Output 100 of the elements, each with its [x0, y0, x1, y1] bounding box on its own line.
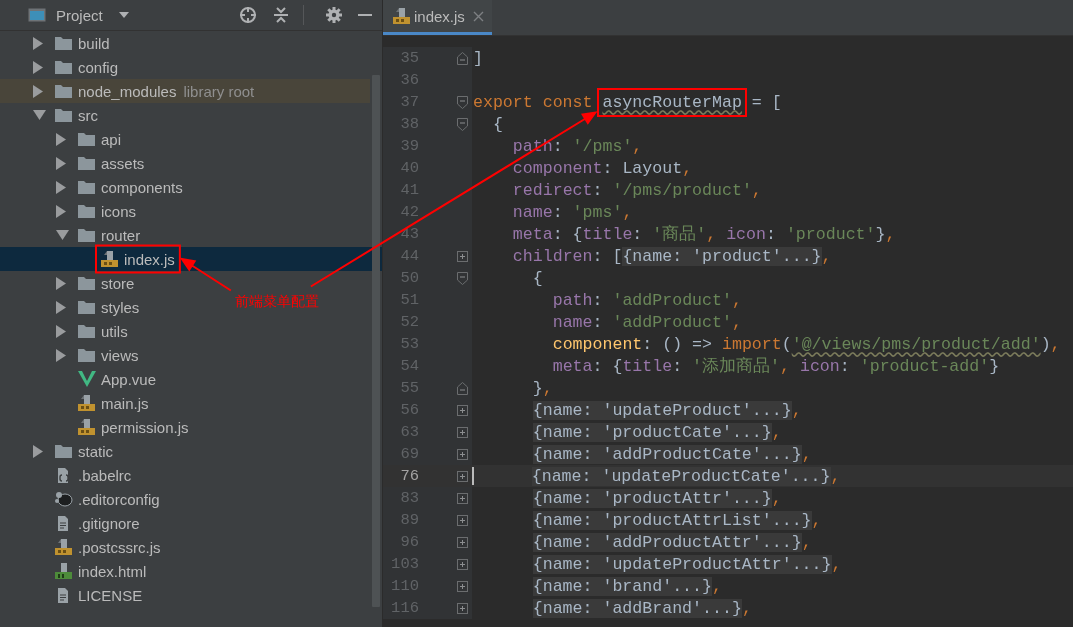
- code-line: },: [531, 378, 553, 398]
- tree-item[interactable]: store: [101, 274, 135, 292]
- collapsed-arrow-icon[interactable]: [33, 84, 43, 98]
- fold-icon[interactable]: [457, 51, 468, 65]
- code-line: name: 'pms',: [511, 202, 633, 222]
- tree-item[interactable]: icons: [101, 202, 137, 220]
- folder-icon: [78, 300, 95, 314]
- code-line: component: Layout,: [511, 158, 693, 178]
- tree-item[interactable]: App.vue: [101, 370, 157, 388]
- dropdown-caret-icon[interactable]: [118, 12, 129, 18]
- code-line: redirect: '/pms/product',: [511, 180, 762, 200]
- expand-icon[interactable]: [457, 558, 468, 570]
- tree-item[interactable]: LICENSE: [78, 586, 143, 604]
- js-file-icon: [101, 250, 118, 268]
- scrollbar[interactable]: [372, 75, 380, 607]
- js-file-icon: [393, 7, 410, 25]
- tree-item[interactable]: components: [101, 178, 183, 196]
- collapsed-arrow-icon[interactable]: [56, 156, 66, 170]
- line-number: 76: [399, 467, 419, 485]
- tree-item[interactable]: api: [101, 130, 122, 148]
- tree-item[interactable]: views: [101, 346, 139, 364]
- tree-item[interactable]: .postcssrc.js: [78, 538, 161, 556]
- fold-icon[interactable]: [457, 271, 468, 285]
- tree-item[interactable]: static: [78, 442, 113, 460]
- minimize-icon[interactable]: [358, 13, 372, 17]
- expand-icon[interactable]: [457, 250, 468, 262]
- js-file-icon: [78, 394, 95, 412]
- expanded-arrow-icon[interactable]: [56, 230, 69, 240]
- library-note: library root: [183, 82, 255, 100]
- folder-icon: [78, 276, 95, 290]
- collapsed-arrow-icon[interactable]: [56, 132, 66, 146]
- folder-icon: [55, 108, 72, 122]
- collapsed-arrow-icon[interactable]: [56, 204, 66, 218]
- folder-icon: [55, 60, 72, 74]
- expand-icon[interactable]: [457, 448, 468, 460]
- folder-icon: [78, 204, 95, 218]
- fold-icon[interactable]: [457, 381, 468, 395]
- collapsed-arrow-icon[interactable]: [33, 444, 43, 458]
- fold-icon[interactable]: [457, 117, 468, 131]
- collapsed-arrow-icon[interactable]: [56, 180, 66, 194]
- html-file-icon: [55, 562, 72, 580]
- folder-icon: [78, 132, 95, 146]
- folder-icon: [78, 348, 95, 362]
- folder-icon: [78, 324, 95, 338]
- tree-item[interactable]: styles: [101, 298, 140, 316]
- annotation-label: 前端菜单配置: [234, 292, 319, 311]
- tree-item[interactable]: .gitignore: [78, 514, 140, 532]
- fold-icon[interactable]: [457, 95, 468, 109]
- collapsed-arrow-icon[interactable]: [56, 324, 66, 338]
- code-line: export const: [473, 92, 594, 112]
- tree-item[interactable]: src: [78, 106, 98, 124]
- collapsed-arrow-icon[interactable]: [33, 60, 43, 74]
- expand-icon[interactable]: [457, 404, 468, 416]
- crosshair-icon[interactable]: [239, 6, 257, 24]
- vue-logo-icon: [78, 371, 96, 387]
- code-token: asyncRouterMap: [602, 92, 742, 112]
- folder-icon: [78, 180, 95, 194]
- code-line: meta: {title: '商品', icon: 'product'},: [511, 224, 896, 245]
- code-line: path: 'addProduct',: [551, 290, 742, 310]
- tree-item[interactable]: .editorconfig: [78, 490, 160, 508]
- code-line: = [: [750, 92, 782, 112]
- expand-icon[interactable]: [457, 536, 468, 548]
- folder-icon: [55, 36, 72, 50]
- folder-icon: [55, 84, 72, 98]
- tree-item[interactable]: index.js: [124, 250, 175, 268]
- folder-icon: [78, 228, 95, 242]
- tree-item[interactable]: .babelrc: [78, 466, 132, 484]
- tree-item[interactable]: config: [78, 58, 119, 76]
- panel-title[interactable]: Project: [56, 6, 103, 24]
- collapse-all-icon[interactable]: [273, 7, 289, 23]
- tree-item[interactable]: node_modules: [78, 82, 177, 100]
- collapsed-arrow-icon[interactable]: [56, 276, 66, 290]
- tree-item[interactable]: permission.js: [101, 418, 189, 436]
- expand-icon[interactable]: [457, 514, 468, 526]
- tree-item[interactable]: router: [101, 226, 141, 244]
- collapsed-arrow-icon[interactable]: [33, 36, 43, 50]
- tree-item[interactable]: index.html: [78, 562, 147, 580]
- code-line: ]: [473, 48, 483, 68]
- tree-item[interactable]: build: [78, 34, 110, 52]
- collapsed-arrow-icon[interactable]: [56, 300, 66, 314]
- folder-icon: [78, 156, 95, 170]
- expanded-arrow-icon[interactable]: [33, 110, 46, 120]
- expand-icon[interactable]: [457, 602, 468, 614]
- expand-icon[interactable]: [457, 492, 468, 504]
- js-file-icon: [55, 538, 72, 556]
- tree-item[interactable]: assets: [101, 154, 145, 172]
- expand-icon[interactable]: [457, 426, 468, 438]
- close-icon[interactable]: [472, 10, 484, 22]
- code-line: {: [491, 114, 503, 134]
- expand-icon[interactable]: [457, 580, 468, 592]
- folder-icon: [55, 444, 72, 458]
- collapsed-arrow-icon[interactable]: [56, 348, 66, 362]
- tree-item[interactable]: main.js: [101, 394, 149, 412]
- mouse-icon: [55, 491, 73, 507]
- settings-icon[interactable]: [326, 7, 342, 23]
- text-caret: [472, 467, 474, 485]
- file-tab[interactable]: index.js: [383, 0, 492, 35]
- code-line: meta: {title: '添加商品', icon: 'product-add'}: [551, 356, 1000, 377]
- tree-item[interactable]: utils: [101, 322, 128, 340]
- expand-icon[interactable]: [457, 470, 468, 482]
